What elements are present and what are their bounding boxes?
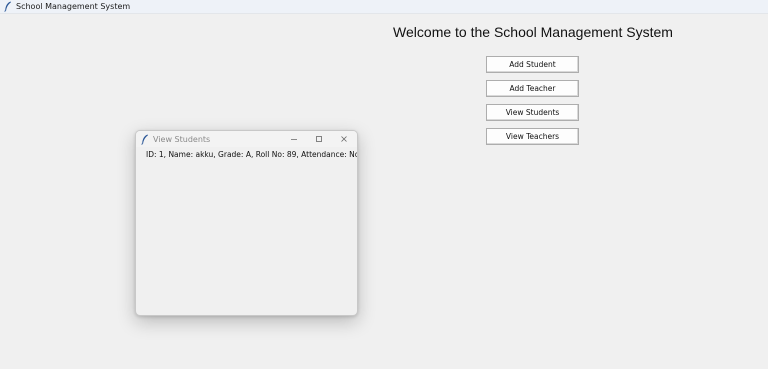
list-item: ID: 1, Name: akku, Grade: A, Roll No: 89… bbox=[146, 150, 358, 159]
minimize-icon[interactable] bbox=[286, 133, 302, 145]
close-icon[interactable] bbox=[336, 133, 352, 145]
view-students-window: View Students ID: 1, Name: akku, Grade: … bbox=[135, 130, 358, 316]
student-list: ID: 1, Name: akku, Grade: A, Roll No: 89… bbox=[146, 150, 358, 159]
maximize-icon[interactable] bbox=[311, 133, 327, 145]
add-student-button[interactable]: Add Student bbox=[486, 56, 579, 73]
add-teacher-button[interactable]: Add Teacher bbox=[486, 80, 579, 97]
welcome-heading: Welcome to the School Management System bbox=[393, 24, 673, 40]
view-students-button[interactable]: View Students bbox=[486, 104, 579, 121]
popup-titlebar[interactable]: View Students bbox=[136, 131, 357, 147]
feather-icon bbox=[141, 134, 150, 145]
popup-title: View Students bbox=[153, 134, 211, 144]
feather-icon bbox=[3, 1, 13, 13]
main-titlebar[interactable]: School Management System bbox=[0, 0, 768, 14]
view-teachers-button[interactable]: View Teachers bbox=[486, 128, 579, 145]
window-title: School Management System bbox=[16, 2, 131, 11]
main-window: School Management System Welcome to the … bbox=[0, 0, 768, 369]
